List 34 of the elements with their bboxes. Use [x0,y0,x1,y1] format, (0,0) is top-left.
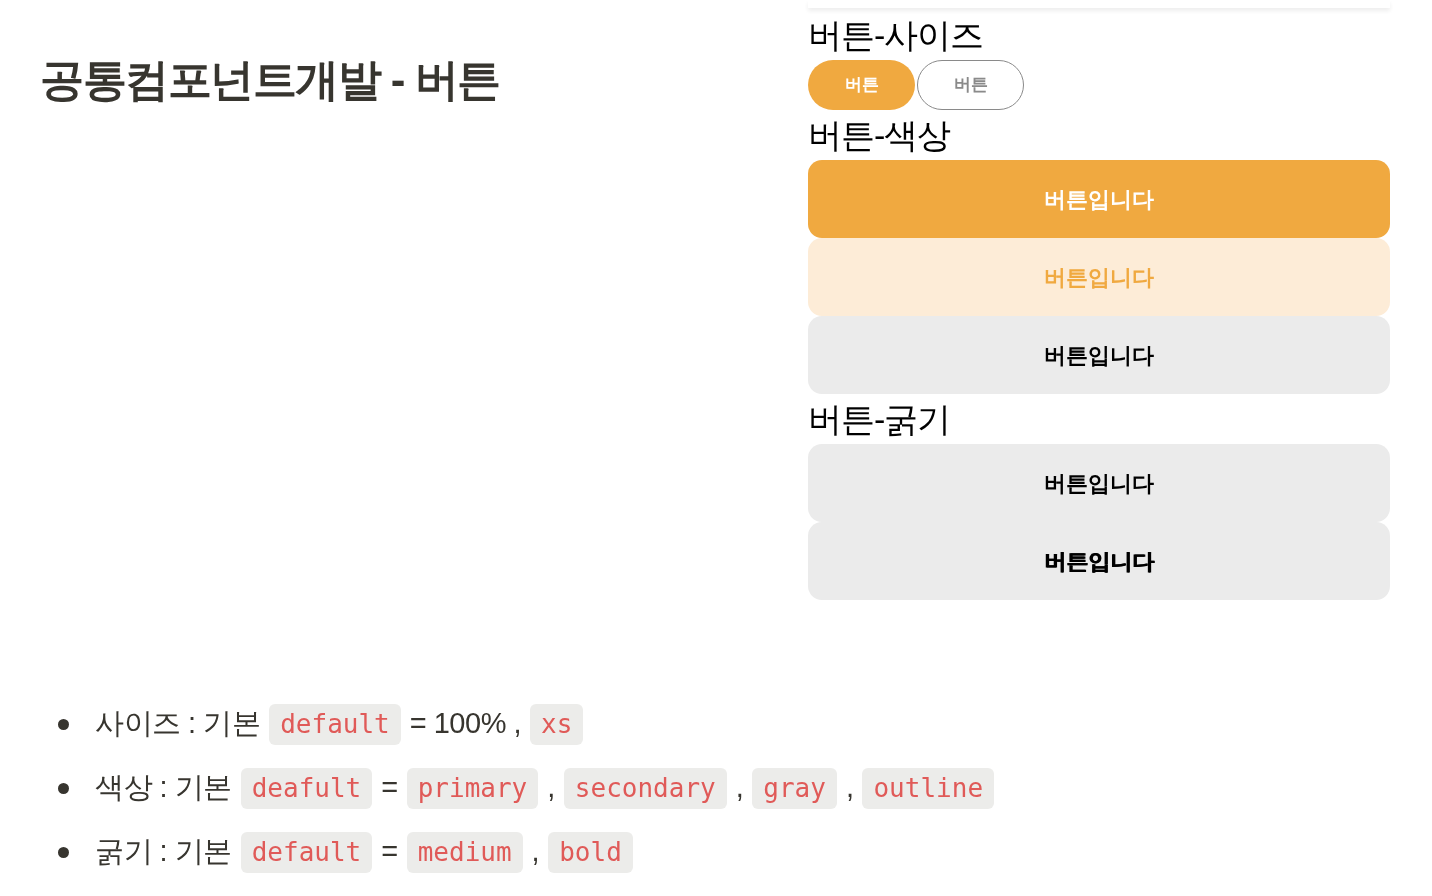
note-text: , [547,770,555,806]
inline-code: bold [548,831,633,873]
button[interactable]: 버튼입니다 [808,522,1390,600]
note-text: = 100% , [409,706,522,742]
inline-code: medium [406,831,523,873]
note-text: , [531,834,540,870]
inline-code: deafult [240,767,373,809]
note-text: , [845,770,854,806]
note-text: 굵기 : 기본 [95,834,232,870]
bullet-icon [58,782,69,794]
section-heading: 버튼-색상 [808,115,951,156]
bullet-icon [58,846,69,858]
button[interactable]: 버튼 [808,60,915,110]
bullet-icon [58,718,69,730]
button[interactable]: 버튼입니다 [808,160,1390,238]
section-heading: 버튼-사이즈 [808,15,984,56]
inline-code: default [269,703,401,745]
button[interactable]: 버튼입니다 [808,316,1390,394]
note-text: 사이즈 : 기본 [95,706,261,742]
inline-code: default [240,831,373,873]
page-title: 공통컴포넌트개발 - 버튼 [40,54,500,106]
inline-code: primary [406,767,539,809]
inline-code: secondary [563,767,727,809]
note-text: 색상 : 기본 [95,770,232,806]
note-text: = [381,834,398,870]
note-text: = [381,770,398,806]
section-heading: 버튼-굵기 [808,399,951,440]
inline-code: gray [752,767,837,809]
button[interactable]: 버튼입니다 [808,444,1390,522]
inline-code: xs [530,703,584,745]
note-text: , [735,770,744,806]
inline-code: outline [862,767,995,809]
button[interactable]: 버튼 [917,60,1024,110]
button[interactable]: 버튼입니다 [808,238,1390,316]
